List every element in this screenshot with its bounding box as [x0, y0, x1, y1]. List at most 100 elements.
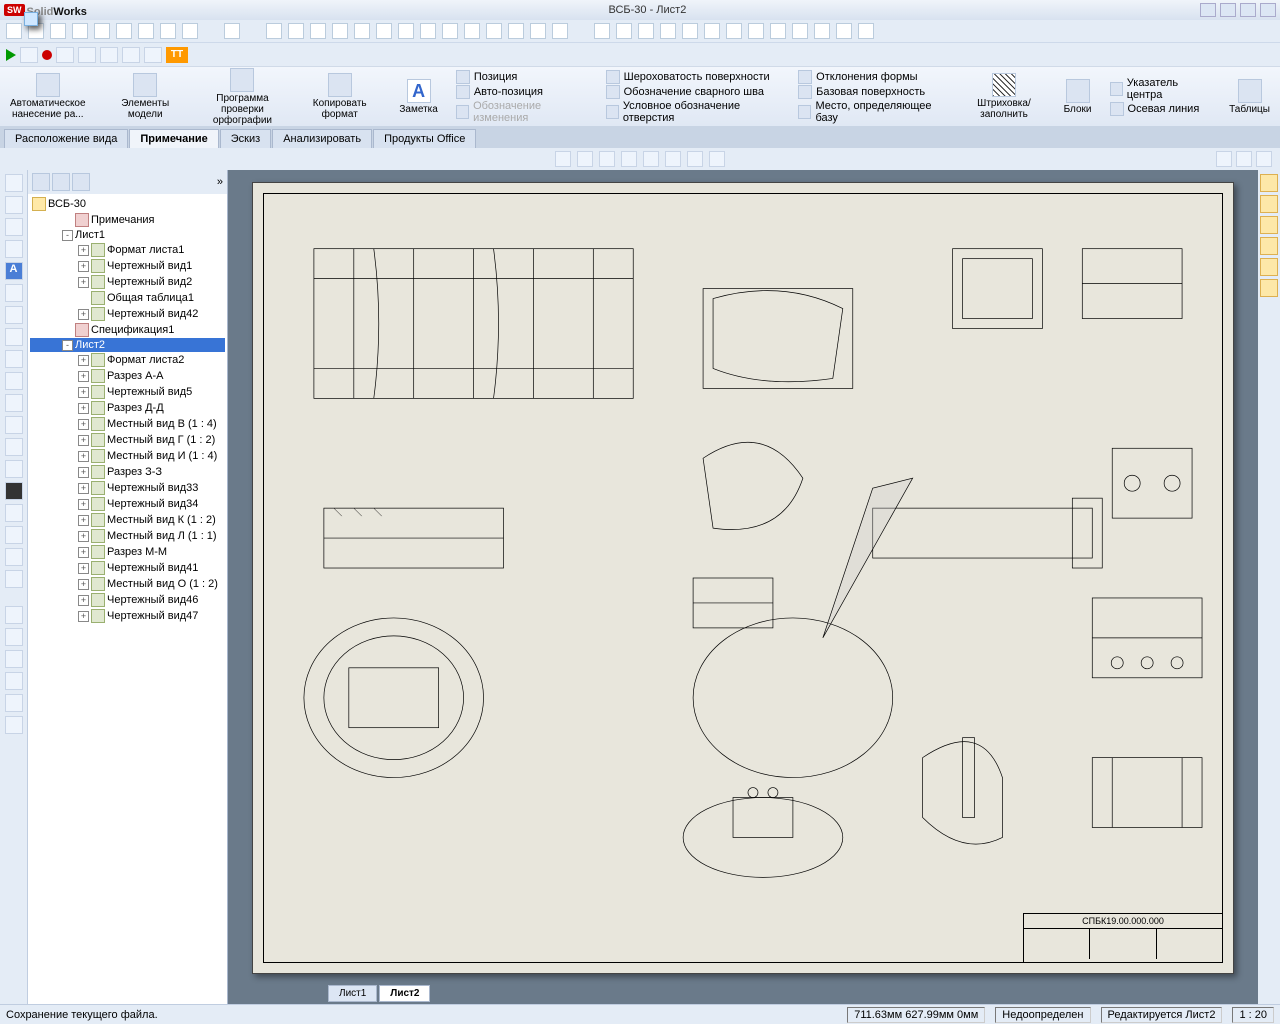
- property-manager-tab-icon[interactable]: [52, 173, 70, 191]
- tool-icon[interactable]: [704, 23, 720, 39]
- tool-icon[interactable]: [660, 23, 676, 39]
- redo-icon[interactable]: [116, 23, 132, 39]
- tree-item[interactable]: +Чертежный вид33: [30, 480, 225, 496]
- tool-icon[interactable]: [310, 23, 326, 39]
- tool-icon[interactable]: [398, 23, 414, 39]
- zoom-icon[interactable]: [599, 151, 615, 167]
- tool-icon[interactable]: [5, 240, 23, 258]
- tree-item[interactable]: +Чертежный вид5: [30, 384, 225, 400]
- tool-icon[interactable]: [5, 328, 23, 346]
- tree-item[interactable]: -Лист1: [30, 228, 225, 242]
- tool-icon[interactable]: [5, 306, 23, 324]
- tool-icon[interactable]: [5, 548, 23, 566]
- tab-продукты-office[interactable]: Продукты Office: [373, 129, 476, 148]
- tool-icon[interactable]: [5, 196, 23, 214]
- tool-icon[interactable]: [552, 23, 568, 39]
- ribbon-datum-target-button[interactable]: Место, определяющее базу: [798, 100, 948, 124]
- tool-icon[interactable]: [814, 23, 830, 39]
- maximize-button[interactable]: [1240, 3, 1256, 17]
- tool-icon[interactable]: [5, 504, 23, 522]
- tab-эскиз[interactable]: Эскиз: [220, 129, 271, 148]
- ribbon-blocks-button[interactable]: Блоки: [1060, 77, 1096, 117]
- tool-icon[interactable]: [420, 23, 436, 39]
- tool-icon[interactable]: [682, 23, 698, 39]
- tree-item[interactable]: +Местный вид Л (1 : 1): [30, 528, 225, 544]
- tool-icon[interactable]: [266, 23, 282, 39]
- tree-item[interactable]: +Чертежный вид34: [30, 496, 225, 512]
- ribbon-hole-callout-button[interactable]: Условное обозначение отверстия: [606, 100, 785, 124]
- undo-icon[interactable]: [94, 23, 110, 39]
- tree-item[interactable]: +Местный вид В (1 : 4): [30, 416, 225, 432]
- tab-анализировать[interactable]: Анализировать: [272, 129, 372, 148]
- tool-icon[interactable]: [332, 23, 348, 39]
- tool-icon[interactable]: [354, 23, 370, 39]
- minimize-button[interactable]: [1220, 3, 1236, 17]
- tool-icon[interactable]: [288, 23, 304, 39]
- tool-icon[interactable]: [442, 23, 458, 39]
- tool-icon[interactable]: [5, 350, 23, 368]
- ribbon-geotol-button[interactable]: Отклонения формы: [798, 70, 948, 84]
- pan-icon[interactable]: [621, 151, 637, 167]
- tool-icon[interactable]: [5, 174, 23, 192]
- tool-icon[interactable]: [594, 23, 610, 39]
- new-file-icon[interactable]: [6, 23, 22, 39]
- ribbon-balloon-button[interactable]: Позиция: [456, 70, 592, 84]
- taskpane-explorer-icon[interactable]: [1260, 216, 1278, 234]
- record-macro-icon[interactable]: [42, 50, 52, 60]
- tool-icon[interactable]: [5, 438, 23, 456]
- tool-icon[interactable]: [5, 672, 23, 690]
- tool-icon[interactable]: [836, 23, 852, 39]
- tree-item[interactable]: Примечания: [30, 212, 225, 228]
- tree-item[interactable]: +Разрез А-А: [30, 368, 225, 384]
- options-icon[interactable]: [182, 23, 198, 39]
- macro-tool-icon[interactable]: [144, 47, 162, 63]
- tool-icon[interactable]: [5, 284, 23, 302]
- tree-item[interactable]: +Чертежный вид42: [30, 306, 225, 322]
- tool-icon[interactable]: [376, 23, 392, 39]
- tt-button[interactable]: TT: [166, 47, 188, 63]
- tool-icon[interactable]: [726, 23, 742, 39]
- view-icon[interactable]: [665, 151, 681, 167]
- macro-tool-icon[interactable]: [78, 47, 96, 63]
- macro-tool-icon[interactable]: [100, 47, 118, 63]
- tool-icon[interactable]: [638, 23, 654, 39]
- tree-item[interactable]: +Чертежный вид47: [30, 608, 225, 624]
- tool-icon[interactable]: [5, 694, 23, 712]
- tool-icon[interactable]: [792, 23, 808, 39]
- ribbon-tables-button[interactable]: Таблицы: [1225, 77, 1274, 117]
- doc-restore-icon[interactable]: [1236, 151, 1252, 167]
- tool-icon[interactable]: [5, 394, 23, 412]
- ribbon-auto-balloon-button[interactable]: Авто-позиция: [456, 85, 592, 99]
- doc-minimize-icon[interactable]: [1216, 151, 1232, 167]
- ribbon-centerline-button[interactable]: Осевая линия: [1110, 102, 1212, 116]
- ribbon-note-button[interactable]: AЗаметка: [395, 77, 441, 117]
- zoom-fit-icon[interactable]: [555, 151, 571, 167]
- sheet-tab[interactable]: Лист2: [379, 985, 430, 1002]
- tool-icon[interactable]: [5, 606, 23, 624]
- select-icon[interactable]: [138, 23, 154, 39]
- tree-item[interactable]: +Формат листа1: [30, 242, 225, 258]
- tree-item[interactable]: Общая таблица1: [30, 290, 225, 306]
- play-macro-icon[interactable]: [6, 49, 16, 61]
- zoom-area-icon[interactable]: [577, 151, 593, 167]
- tool-icon[interactable]: [464, 23, 480, 39]
- tree-item[interactable]: +Чертежный вид2: [30, 274, 225, 290]
- tool-icon[interactable]: [508, 23, 524, 39]
- ribbon-revision-button[interactable]: Обозначение изменения: [456, 100, 592, 124]
- macro-tool-icon[interactable]: [122, 47, 140, 63]
- feature-tree[interactable]: ВСБ-30Примечания-Лист1+Формат листа1+Чер…: [28, 194, 227, 1004]
- tree-item[interactable]: +Разрез Д-Д: [30, 400, 225, 416]
- tree-item[interactable]: +Местный вид И (1 : 4): [30, 448, 225, 464]
- view-icon[interactable]: [687, 151, 703, 167]
- tool-icon[interactable]: [5, 570, 23, 588]
- rebuild-icon[interactable]: [160, 23, 176, 39]
- taskpane-custom-icon[interactable]: [1260, 279, 1278, 297]
- tool-icon[interactable]: [858, 23, 874, 39]
- tool-icon[interactable]: [5, 716, 23, 734]
- taskpane-home-icon[interactable]: [1260, 174, 1278, 192]
- tree-item[interactable]: +Местный вид О (1 : 2): [30, 576, 225, 592]
- tree-item[interactable]: +Формат листа2: [30, 352, 225, 368]
- tree-item[interactable]: Спецификация1: [30, 322, 225, 338]
- tree-item[interactable]: +Местный вид К (1 : 2): [30, 512, 225, 528]
- pause-macro-icon[interactable]: [20, 47, 38, 63]
